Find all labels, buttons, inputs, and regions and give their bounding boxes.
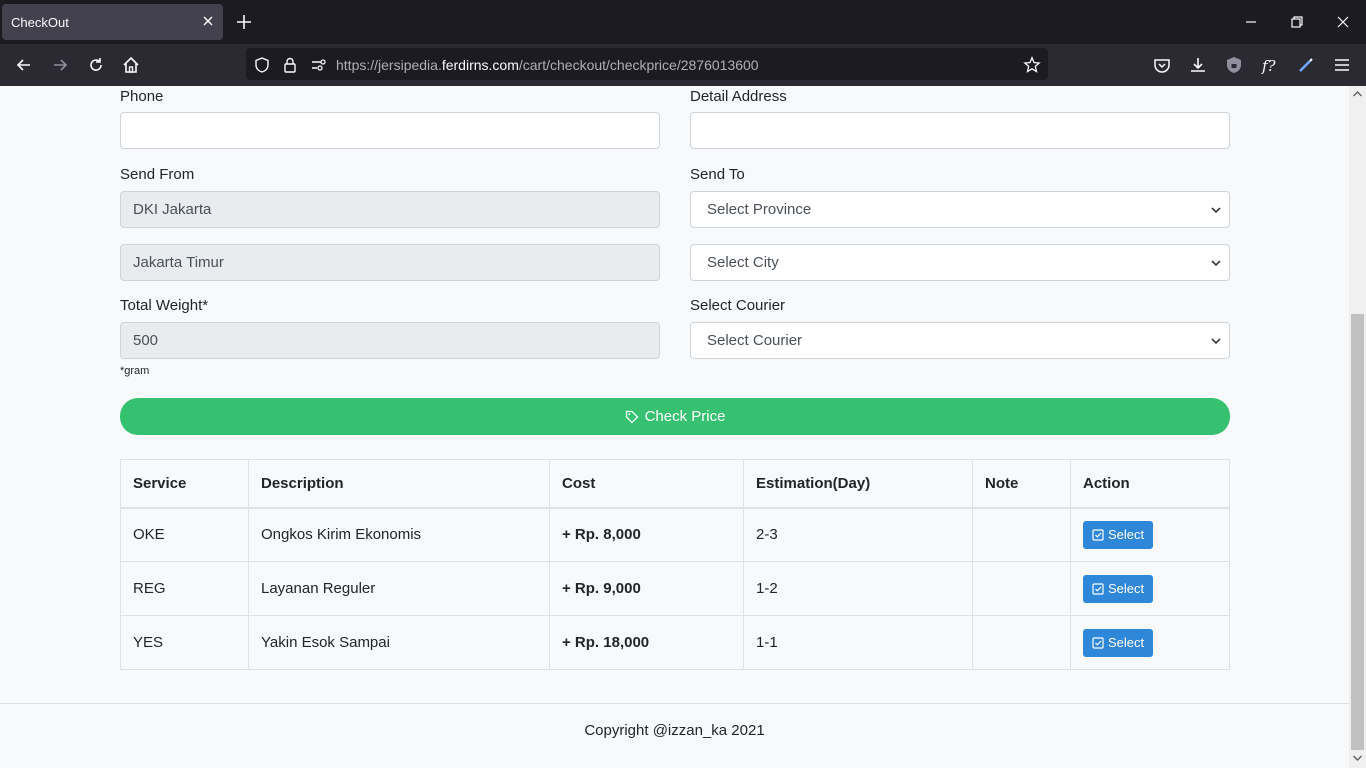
total-weight-label: Total Weight* (120, 297, 209, 314)
select-courier-label: Select Courier (690, 297, 786, 314)
chevron-down-icon (1211, 207, 1221, 214)
scroll-up-arrow-icon[interactable] (1350, 88, 1365, 100)
province-select[interactable]: Select Province (690, 191, 1230, 228)
browser-titlebar: CheckOut (0, 0, 1366, 44)
province-select-value: Select Province (707, 201, 812, 218)
reload-icon[interactable] (86, 55, 106, 75)
check-square-icon (1092, 582, 1104, 595)
scrollbar-thumb[interactable] (1351, 314, 1364, 750)
close-tab-icon[interactable] (201, 14, 215, 28)
select-reg-button[interactable]: Select (1083, 574, 1154, 603)
table-row: REG Layanan Reguler + Rp. 9,000 1-2 Sele… (120, 561, 1230, 616)
chevron-down-icon (1211, 260, 1221, 267)
menu-icon[interactable] (1332, 55, 1352, 75)
send-from-city-field: Jakarta Timur (120, 244, 660, 281)
city-select[interactable]: Select City (690, 244, 1230, 281)
cost-cell: + Rp. 9,000 (549, 561, 744, 616)
action-cell: Select (1070, 561, 1230, 616)
service-cell: YES (120, 615, 249, 670)
check-price-button[interactable]: Check Price (120, 398, 1230, 435)
action-cell: Select (1070, 615, 1230, 670)
restore-icon[interactable] (1289, 14, 1305, 30)
tracking-shield-icon[interactable] (253, 56, 271, 74)
tab-title: CheckOut (11, 15, 69, 30)
back-icon[interactable] (14, 55, 34, 75)
note-cell (972, 507, 1071, 562)
minimize-icon[interactable] (1243, 14, 1259, 30)
check-square-icon (1092, 636, 1104, 649)
header-action: Action (1070, 459, 1230, 509)
scroll-down-arrow-icon[interactable] (1350, 752, 1365, 764)
courier-select[interactable]: Select Courier (690, 322, 1230, 359)
detail-address-label: Detail Address (690, 88, 787, 105)
table-row: YES Yakin Esok Sampai + Rp. 18,000 1-1 S… (120, 615, 1230, 670)
bookmark-star-icon[interactable] (1023, 56, 1041, 74)
action-cell: Select (1070, 507, 1230, 562)
header-cost: Cost (549, 459, 744, 509)
estimation-cell: 2-3 (743, 507, 973, 562)
new-tab-icon[interactable] (234, 12, 254, 32)
url-text[interactable]: https://jersipedia.ferdirns.com/cart/che… (336, 57, 759, 73)
permissions-icon[interactable] (309, 56, 327, 74)
close-window-icon[interactable] (1335, 14, 1351, 30)
service-cell: REG (120, 561, 249, 616)
courier-select-value: Select Courier (707, 332, 803, 349)
total-weight-field: 500 (120, 322, 660, 359)
select-yes-button[interactable]: Select (1083, 628, 1154, 657)
estimation-cell: 1-1 (743, 615, 973, 670)
check-square-icon (1092, 529, 1104, 541)
url-domain: ferdirns.com (441, 57, 519, 73)
download-icon[interactable] (1188, 55, 1208, 75)
send-from-province-field: DKI Jakarta (120, 191, 660, 228)
select-button-label: Select (1108, 527, 1145, 543)
table-row: OKE Ongkos Kirim Ekonomis + Rp. 8,000 2-… (120, 507, 1230, 562)
forward-icon[interactable] (50, 55, 70, 75)
description-cell: Ongkos Kirim Ekonomis (248, 507, 550, 562)
header-estimation: Estimation(Day) (743, 459, 973, 509)
chevron-down-icon (1211, 338, 1221, 345)
header-service: Service (120, 459, 249, 509)
note-cell (972, 615, 1071, 670)
phone-label: Phone (120, 88, 164, 105)
formula-extension-icon[interactable]: f? (1260, 55, 1280, 75)
select-oke-button[interactable]: Select (1083, 520, 1154, 549)
extension-shield-icon[interactable] (1224, 55, 1244, 75)
browser-tab[interactable]: CheckOut (2, 4, 223, 40)
cost-cell: + Rp. 18,000 (549, 615, 744, 670)
shipping-cost-table: Service Description Cost Estimation(Day)… (120, 459, 1230, 670)
lock-icon[interactable] (281, 56, 299, 74)
description-cell: Layanan Reguler (248, 561, 550, 616)
send-to-label: Send To (690, 166, 745, 183)
table-header-row: Service Description Cost Estimation(Day)… (120, 459, 1230, 509)
weight-unit-note: *gram (120, 365, 150, 377)
phone-input[interactable] (120, 112, 660, 149)
send-from-label: Send From (120, 166, 195, 183)
city-select-value: Select City (707, 254, 779, 271)
detail-address-input[interactable] (690, 112, 1230, 149)
note-cell (972, 561, 1071, 616)
footer-divider (0, 703, 1349, 704)
header-description: Description (248, 459, 550, 509)
cost-cell: + Rp. 8,000 (549, 507, 744, 562)
check-price-label: Check Price (644, 408, 726, 425)
service-cell: OKE (120, 507, 249, 562)
tag-icon (625, 410, 638, 423)
header-note: Note (972, 459, 1071, 509)
description-cell: Yakin Esok Sampai (248, 615, 550, 670)
estimation-cell: 1-2 (743, 561, 973, 616)
color-picker-icon[interactable] (1296, 55, 1316, 75)
select-button-label: Select (1108, 635, 1145, 650)
footer-copyright: Copyright @izzan_ka 2021 (584, 722, 765, 739)
select-button-label: Select (1108, 581, 1145, 596)
pocket-icon[interactable] (1152, 55, 1172, 75)
url-path: /cart/checkout/checkprice/2876013600 (518, 57, 759, 73)
url-prefix: https://jersipedia. (336, 57, 442, 73)
svg-text:f?: f? (1261, 57, 1277, 75)
home-icon[interactable] (121, 55, 141, 75)
